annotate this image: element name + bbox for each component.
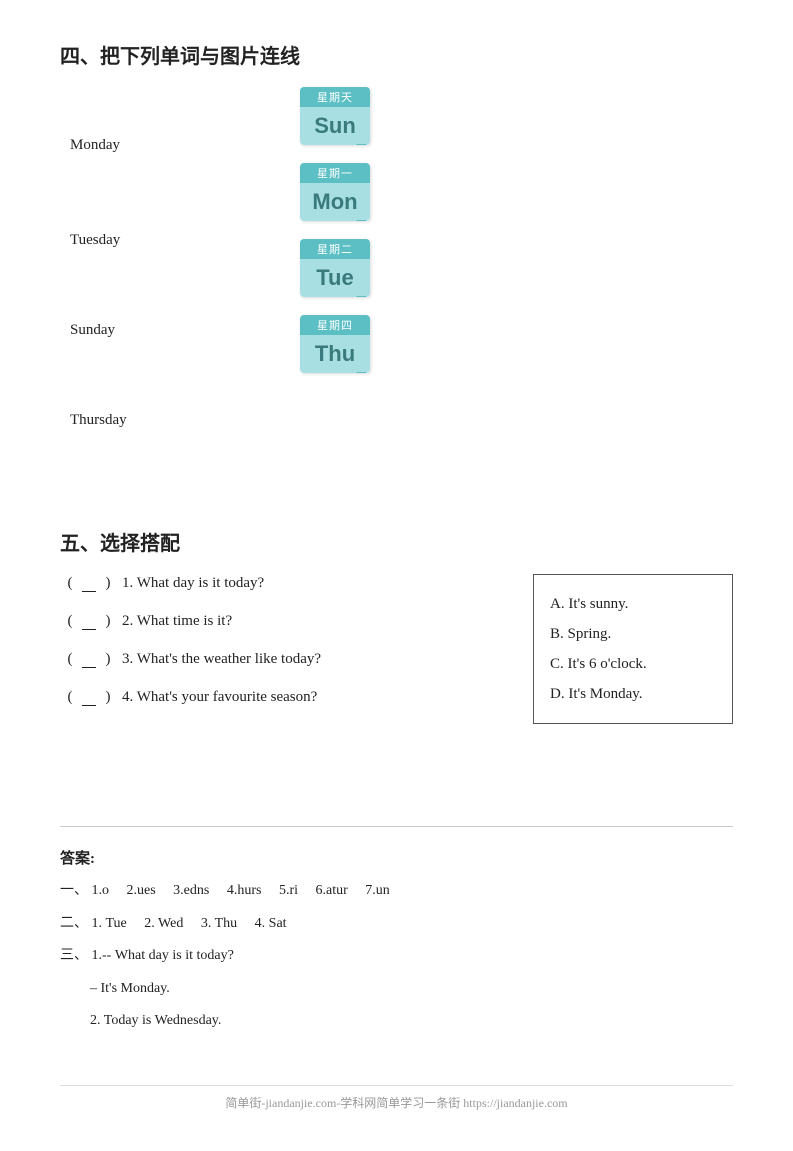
calendar-card-tue: 星期二 Tue [300, 239, 370, 297]
word-monday: Monday [70, 137, 120, 154]
q4-text: 4. What's your favourite season? [122, 689, 317, 706]
answers-options-box: A. It's sunny. B. Spring. C. It's 6 o'cl… [533, 574, 733, 724]
option-b: B. Spring. [550, 619, 716, 649]
answer-line2: 二、 1. Tue 2. Wed 3. Thu 4. Sat [60, 911, 733, 938]
answer-line3-a1: – It's Monday. [90, 976, 733, 1003]
question-row-4: ( ) 4. What's your favourite season? [60, 688, 503, 706]
answer-section: 答案: 一、 1.o 2.ues 3.edns 4.hurs 5.ri 6.at… [60, 826, 733, 1035]
card-bottom-2: Mon [300, 183, 370, 221]
card-top-2: 星期一 [300, 163, 370, 183]
word-sunday: Sunday [70, 322, 115, 339]
question-row-1: ( ) 1. What day is it today? [60, 574, 503, 592]
card-top-1: 星期天 [300, 87, 370, 107]
section5: 五、选择搭配 ( ) 1. What day is it today? ( ) … [60, 527, 733, 726]
paren-2: ( [60, 613, 80, 630]
option-a: A. It's sunny. [550, 589, 716, 619]
answer-line3-q2: 2. Today is Wednesday. [90, 1008, 733, 1035]
paren-close-1: ) [98, 575, 118, 592]
card-top-3: 星期二 [300, 239, 370, 259]
calendar-card-thu: 星期四 Thu [300, 315, 370, 373]
card-bottom-3: Tue [300, 259, 370, 297]
answer-line1: 一、 1.o 2.ues 3.edns 4.hurs 5.ri 6.atur 7… [60, 878, 733, 905]
word-tuesday: Tuesday [70, 232, 120, 249]
answer-title: 答案: [60, 847, 733, 868]
option-d: D. It's Monday. [550, 679, 716, 709]
paren-1: ( [60, 575, 80, 592]
questions-area: ( ) 1. What day is it today? ( ) 2. What… [60, 574, 733, 726]
word-thursday: Thursday [70, 412, 127, 429]
paren-close-4: ) [98, 689, 118, 706]
q3-text: 3. What's the weather like today? [122, 651, 321, 668]
footer-text: 简单街-jiandanjie.com-学科网简单学习一条街 https://ji… [60, 1094, 733, 1111]
q1-text: 1. What day is it today? [122, 575, 264, 592]
question-row-2: ( ) 2. What time is it? [60, 612, 503, 630]
paren-close-3: ) [98, 651, 118, 668]
option-c: C. It's 6 o'clock. [550, 649, 716, 679]
card-bottom-1: Sun [300, 107, 370, 145]
section4-title: 四、把下列单词与图片连线 [60, 40, 733, 69]
question-row-3: ( ) 3. What's the weather like today? [60, 650, 503, 668]
paren-close-2: ) [98, 613, 118, 630]
calendar-card-sun: 星期天 Sun [300, 87, 370, 145]
calendar-card-mon: 星期一 Mon [300, 163, 370, 221]
paren-3: ( [60, 651, 80, 668]
answer-line3: 三、 1.-- What day is it today? [60, 943, 733, 970]
blank-2 [82, 612, 96, 630]
section5-title: 五、选择搭配 [60, 527, 733, 556]
blank-3 [82, 650, 96, 668]
section4: 四、把下列单词与图片连线 星期天 Sun 星期一 Mon 星期二 Tue [60, 40, 733, 487]
blank-4 [82, 688, 96, 706]
paren-4: ( [60, 689, 80, 706]
q2-text: 2. What time is it? [122, 613, 232, 630]
card-top-4: 星期四 [300, 315, 370, 335]
blank-1 [82, 574, 96, 592]
questions-list: ( ) 1. What day is it today? ( ) 2. What… [60, 574, 503, 726]
card-bottom-4: Thu [300, 335, 370, 373]
